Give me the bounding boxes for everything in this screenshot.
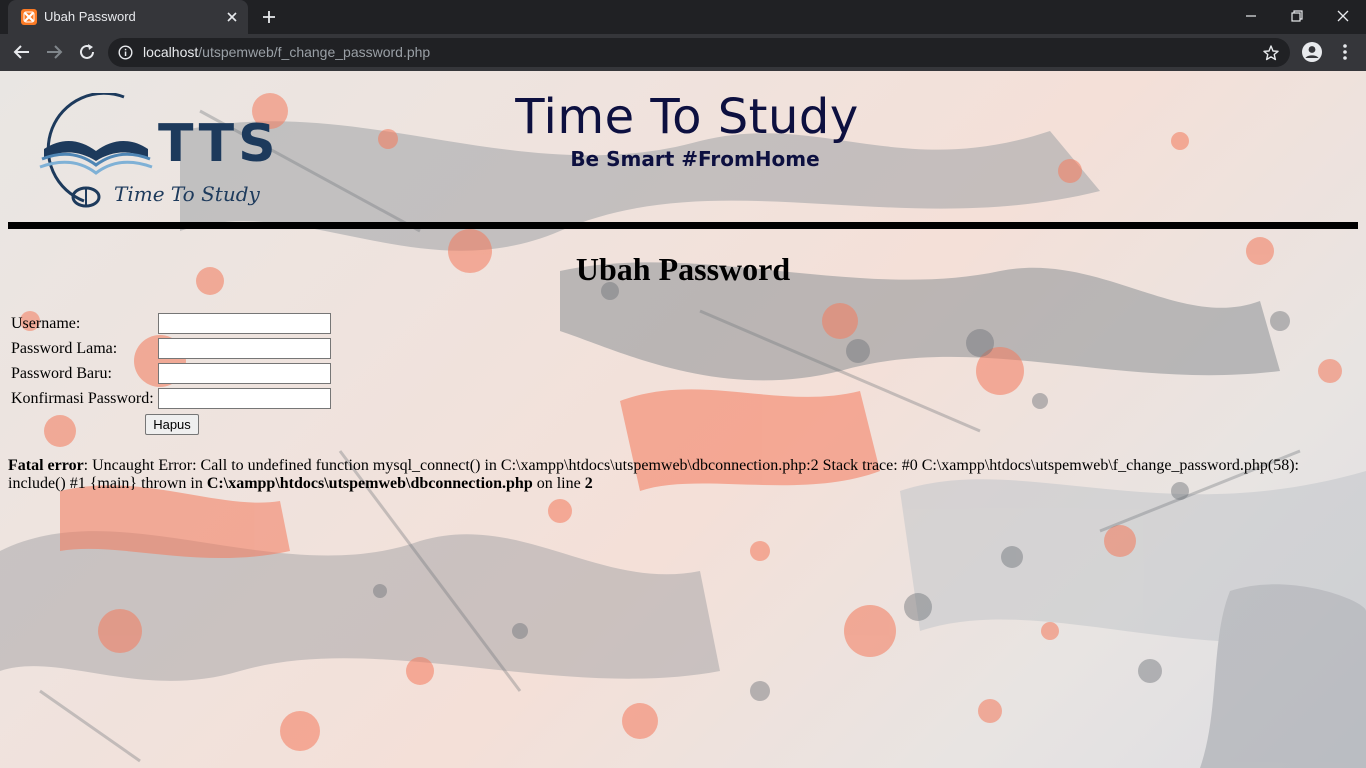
logo-script: Time To Study — [114, 182, 261, 206]
url-path: /utspemweb/f_change_password.php — [198, 44, 431, 60]
error-line-number: 2 — [584, 475, 593, 492]
confirm-password-input[interactable] — [158, 388, 331, 409]
username-input[interactable] — [158, 313, 331, 334]
confirm-password-label: Konfirmasi Password: — [11, 390, 154, 407]
error-file: C:\xampp\htdocs\utspemweb\dbconnection.p… — [206, 475, 533, 492]
browser-tab[interactable]: Ubah Password — [8, 0, 248, 34]
page-viewport: TTS Time To Study Time To Study Be Smart… — [0, 71, 1366, 768]
profile-avatar-icon[interactable] — [1301, 41, 1323, 63]
error-on-line: on line — [532, 475, 585, 492]
tab-title: Ubah Password — [44, 9, 136, 24]
new-password-input[interactable] — [158, 363, 331, 384]
page-heading: Ubah Password — [575, 251, 791, 287]
error-text: : Uncaught Error: Call to undefined func… — [8, 457, 1299, 492]
old-password-input[interactable] — [158, 338, 331, 359]
site-title: Time To Study — [515, 89, 859, 145]
browser-toolbar: localhost/utspemweb/f_change_password.ph… — [0, 34, 1366, 71]
php-fatal-error-message: Fatal error: Uncaught Error: Call to und… — [8, 457, 1358, 493]
old-password-label: Password Lama: — [11, 340, 118, 357]
reload-icon[interactable] — [77, 42, 97, 62]
browser-menu-icon[interactable] — [1336, 42, 1354, 62]
username-label: Username: — [11, 315, 81, 332]
new-password-label: Password Baru: — [11, 365, 112, 382]
minimize-icon[interactable] — [1241, 6, 1261, 26]
forward-arrow-icon[interactable] — [44, 42, 64, 62]
site-info-icon[interactable] — [118, 45, 133, 60]
bookmark-star-icon[interactable] — [1262, 44, 1280, 62]
url-host: localhost — [143, 44, 199, 60]
close-window-icon[interactable] — [1333, 6, 1353, 26]
browser-tab-strip: Ubah Password — [0, 0, 1366, 34]
restore-icon[interactable] — [1287, 6, 1307, 26]
new-tab-plus-icon[interactable] — [260, 8, 278, 26]
header-divider — [8, 222, 1358, 229]
error-label: Fatal error — [8, 457, 84, 474]
url-text[interactable]: localhost/utspemweb/f_change_password.ph… — [143, 44, 430, 60]
back-arrow-icon[interactable] — [12, 42, 32, 62]
reset-button[interactable]: Hapus — [145, 414, 199, 435]
xampp-favicon-icon — [21, 9, 37, 25]
address-bar[interactable]: localhost/utspemweb/f_change_password.ph… — [108, 38, 1290, 67]
site-tagline: Be Smart #FromHome — [570, 147, 820, 171]
tab-close-icon[interactable] — [224, 9, 240, 25]
